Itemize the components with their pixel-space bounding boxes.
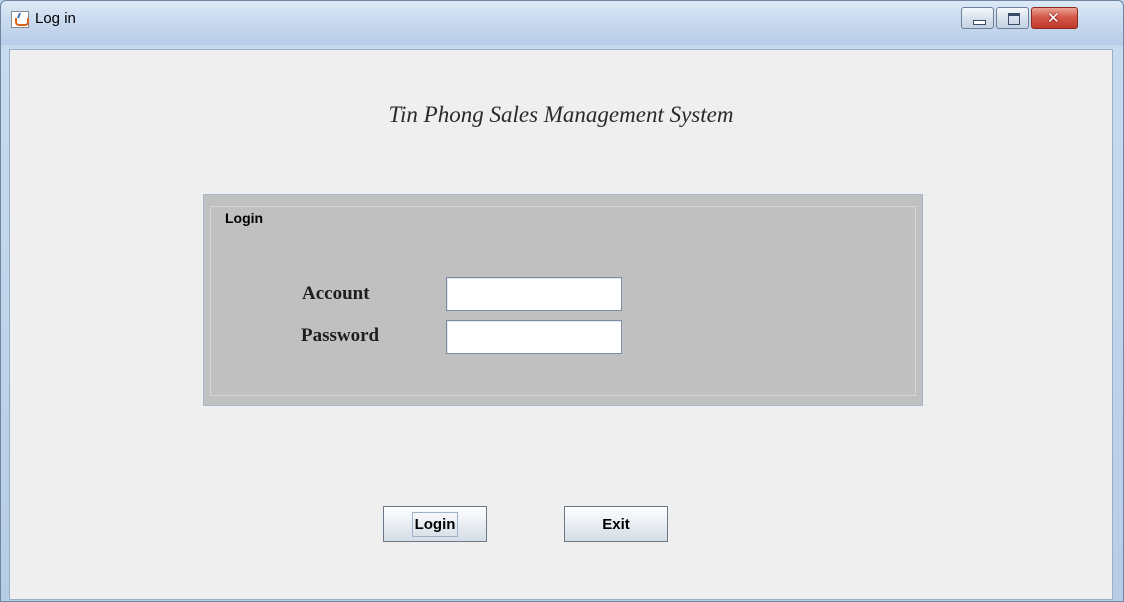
login-button-label: Login	[411, 511, 459, 537]
java-cup-icon	[11, 11, 29, 28]
login-fieldset: Login Account Password	[210, 206, 916, 396]
login-legend: Login	[223, 210, 266, 226]
password-label: Password	[301, 325, 380, 346]
password-input[interactable]	[446, 320, 622, 354]
minimize-button[interactable]	[961, 7, 994, 29]
login-panel: Login Account Password	[203, 194, 923, 406]
client-area: Tin Phong Sales Management System Login …	[9, 49, 1113, 600]
account-label: Account	[302, 283, 370, 304]
title-bar[interactable]: Log in ✕	[1, 1, 1123, 45]
exit-button[interactable]: Exit	[564, 506, 668, 542]
close-button[interactable]: ✕	[1031, 7, 1078, 29]
close-icon: ✕	[1047, 9, 1060, 27]
window-title: Log in	[35, 10, 76, 27]
login-button[interactable]: Login	[383, 506, 487, 542]
maximize-button[interactable]	[996, 7, 1029, 29]
app-heading: Tin Phong Sales Management System	[388, 102, 734, 127]
account-input[interactable]	[446, 277, 622, 311]
minimize-icon	[973, 20, 986, 25]
login-window: Log in ✕ Tin Phong Sales Management Syst…	[0, 0, 1124, 602]
maximize-icon	[1008, 13, 1020, 25]
